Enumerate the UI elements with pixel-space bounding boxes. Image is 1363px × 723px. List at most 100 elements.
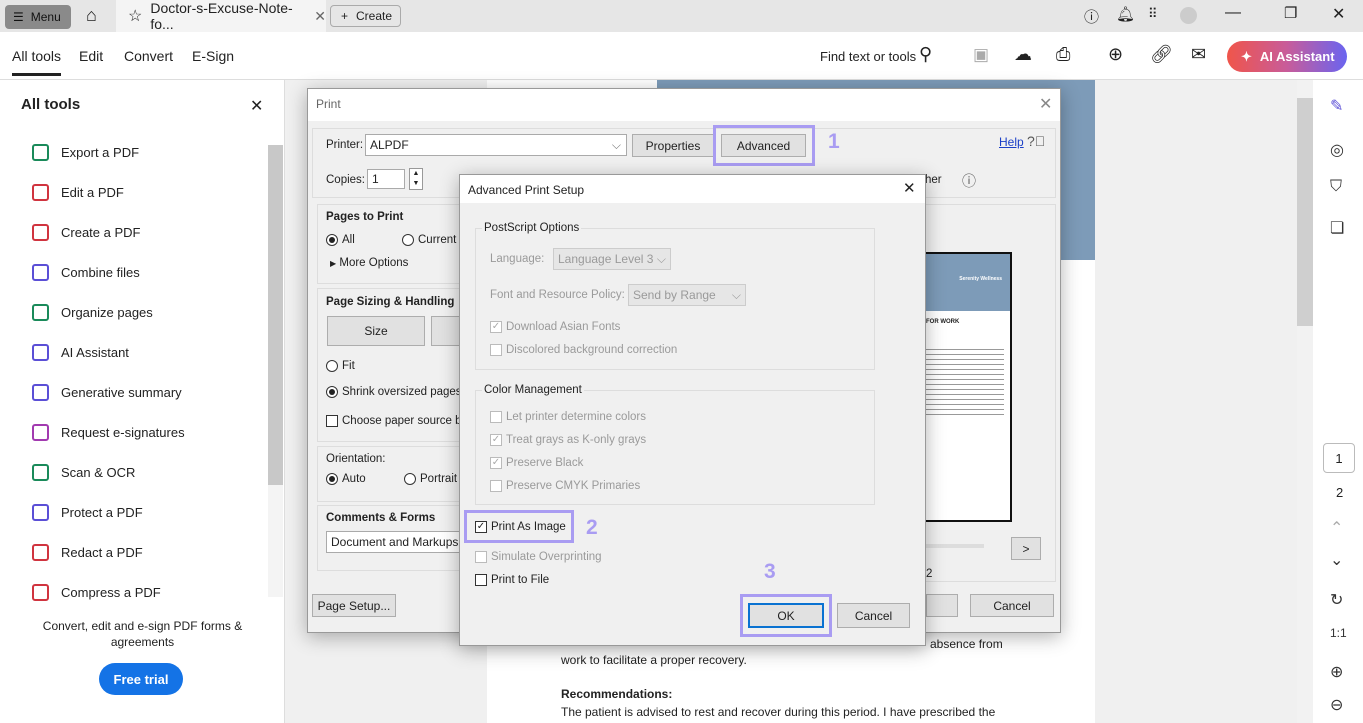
ai-assistant-button[interactable]: ✦ AI Assistant <box>1227 41 1347 72</box>
advanced-button[interactable]: Advanced <box>721 134 806 157</box>
chevron-down-icon[interactable]: ⌄ <box>1330 550 1343 570</box>
free-trial-button[interactable]: Free trial <box>99 663 183 695</box>
find-text-button[interactable]: Find text or tools <box>820 49 916 64</box>
tool-item[interactable]: Request e-signatures <box>32 424 185 441</box>
panel-scrollbar[interactable] <box>268 145 283 597</box>
tool-item[interactable]: Create a PDF <box>32 224 140 241</box>
document-tab[interactable]: ☆ Doctor-s-Excuse-Note-fo... ✕ <box>116 0 326 32</box>
page-2-button[interactable]: 2 <box>1336 485 1343 500</box>
avatar[interactable] <box>1180 7 1197 24</box>
close-window-icon[interactable]: ✕ <box>1332 4 1345 24</box>
info-icon[interactable]: ⓘ <box>962 171 976 191</box>
grayscale-label: her <box>925 174 942 186</box>
print-close-icon[interactable]: ✕ <box>1039 94 1052 114</box>
chevron-up-icon[interactable]: ⌃ <box>1330 518 1343 538</box>
actual-size-icon[interactable]: 1:1 <box>1330 626 1347 640</box>
comment-icon[interactable]: ◎ <box>1330 140 1344 160</box>
choose-paper-checkbox[interactable]: Choose paper source by <box>326 415 467 427</box>
create-button[interactable]: + Create <box>330 5 401 27</box>
copies-stepper[interactable]: ▲ ▼ <box>409 168 423 190</box>
print-as-image-checkbox[interactable]: ✓ Print As Image <box>475 521 566 533</box>
download-asian-checkbox[interactable]: ✓ Download Asian Fonts <box>490 321 620 333</box>
tool-item[interactable]: Edit a PDF <box>32 184 124 201</box>
comments-select[interactable]: Document and Markups <box>326 531 466 553</box>
close-tab-icon[interactable]: ✕ <box>314 8 326 25</box>
tab-convert[interactable]: Convert <box>124 48 173 64</box>
ai-summary-icon[interactable]: ✎ <box>1330 96 1343 116</box>
tab-edit[interactable]: Edit <box>79 48 103 64</box>
share-user-icon[interactable]: ⊕ <box>1108 44 1123 65</box>
size-button[interactable]: Size <box>327 316 425 346</box>
tool-item[interactable]: Export a PDF <box>32 144 139 161</box>
print-button[interactable] <box>926 594 958 617</box>
mail-icon[interactable]: ✉ <box>1191 44 1206 65</box>
rotate-icon[interactable]: ↻ <box>1330 590 1343 610</box>
pages-icon[interactable]: ❏ <box>1330 218 1344 238</box>
radio-shrink[interactable]: Shrink oversized pages <box>326 386 462 398</box>
radio-all[interactable]: All <box>326 234 355 246</box>
preserve-black-checkbox[interactable]: ✓ Preserve Black <box>490 457 583 469</box>
home-icon[interactable]: ⌂ <box>86 5 97 26</box>
tool-item[interactable]: Organize pages <box>32 304 153 321</box>
radio-portrait[interactable]: Portrait <box>404 473 457 485</box>
advanced-cancel-button[interactable]: Cancel <box>837 603 910 628</box>
page-1-button[interactable]: 1 <box>1323 443 1355 473</box>
restore-icon[interactable]: ❐ <box>1284 4 1297 22</box>
print-to-file-checkbox[interactable]: Print to File <box>475 574 549 586</box>
treat-grays-checkbox[interactable]: ✓ Treat grays as K-only grays <box>490 434 646 446</box>
properties-button[interactable]: Properties <box>632 134 714 157</box>
more-options-toggle[interactable]: ▶ More Options <box>330 257 408 269</box>
star-icon[interactable]: ☆ <box>128 6 142 26</box>
zoom-out-icon[interactable]: ⊖ <box>1330 695 1343 715</box>
minimize-icon[interactable]: — <box>1225 4 1241 22</box>
bell-icon[interactable]: 🔔︎ <box>1116 5 1135 23</box>
zoom-in-icon[interactable]: ⊕ <box>1330 662 1343 682</box>
radio-auto[interactable]: Auto <box>326 473 366 485</box>
tool-item[interactable]: Protect a PDF <box>32 504 143 521</box>
menu-button[interactable]: ☰ Menu <box>5 5 71 29</box>
copies-input[interactable]: 1 <box>367 169 405 189</box>
tool-label: Organize pages <box>61 305 153 320</box>
search-icon[interactable]: ⚲ <box>919 44 932 65</box>
printer-select[interactable]: ALPDF ⌵ <box>365 134 627 156</box>
apps-icon[interactable]: ⠿ <box>1148 6 1158 22</box>
hamburger-icon: ☰ <box>13 10 24 24</box>
page-count: 2 <box>926 568 933 580</box>
page-setup-button[interactable]: Page Setup... <box>312 594 396 617</box>
save-icon[interactable]: ▣ <box>973 45 989 65</box>
help-link[interactable]: Help <box>999 135 1024 149</box>
print-icon[interactable]: ⎙ <box>1056 44 1070 65</box>
chevron-down-icon: ⌵ <box>611 137 621 152</box>
ok-button[interactable]: OK <box>748 603 824 628</box>
upload-cloud-icon[interactable]: ☁ <box>1014 44 1032 65</box>
print-cancel-button[interactable]: Cancel <box>970 594 1054 617</box>
doc-text: work to facilitate a proper recovery. <box>561 653 747 667</box>
radio-current[interactable]: Current <box>402 234 456 246</box>
sizing-title: Page Sizing & Handling <box>326 296 455 308</box>
tool-item[interactable]: Redact a PDF <box>32 544 143 561</box>
tool-item[interactable]: Scan & OCR <box>32 464 135 481</box>
bookmark-icon[interactable]: ⛉ <box>1330 178 1342 196</box>
discolored-checkbox[interactable]: Discolored background correction <box>490 344 677 356</box>
copies-label: Copies: <box>326 174 365 186</box>
tab-esign[interactable]: E-Sign <box>192 48 234 64</box>
advanced-close-icon[interactable]: ✕ <box>903 179 916 197</box>
simulate-overprinting-checkbox[interactable]: Simulate Overprinting <box>475 551 602 563</box>
document-scrollbar[interactable] <box>1297 80 1313 723</box>
let-printer-checkbox[interactable]: Let printer determine colors <box>490 411 646 423</box>
tool-item[interactable]: Combine files <box>32 264 140 281</box>
preserve-cmyk-checkbox[interactable]: Preserve CMYK Primaries <box>490 480 640 492</box>
tool-item[interactable]: AI Assistant <box>32 344 129 361</box>
help-icon[interactable]: ⓘ <box>1084 6 1099 27</box>
tool-item[interactable]: Generative summary <box>32 384 182 401</box>
font-policy-select[interactable]: Send by Range ⌵ <box>628 284 746 306</box>
tool-item[interactable]: Compress a PDF <box>32 584 161 601</box>
tab-all-tools[interactable]: All tools <box>12 48 62 76</box>
radio-fit[interactable]: Fit <box>326 360 355 372</box>
close-panel-icon[interactable]: ✕ <box>250 96 263 116</box>
help-circle-icon[interactable]: ?⃝ <box>1027 133 1045 149</box>
language-select[interactable]: Language Level 3 ⌵ <box>553 248 671 270</box>
next-page-button[interactable]: > <box>1011 537 1041 560</box>
panel-title: All tools <box>21 96 81 113</box>
link-icon[interactable]: 🔗︎ <box>1150 44 1173 65</box>
